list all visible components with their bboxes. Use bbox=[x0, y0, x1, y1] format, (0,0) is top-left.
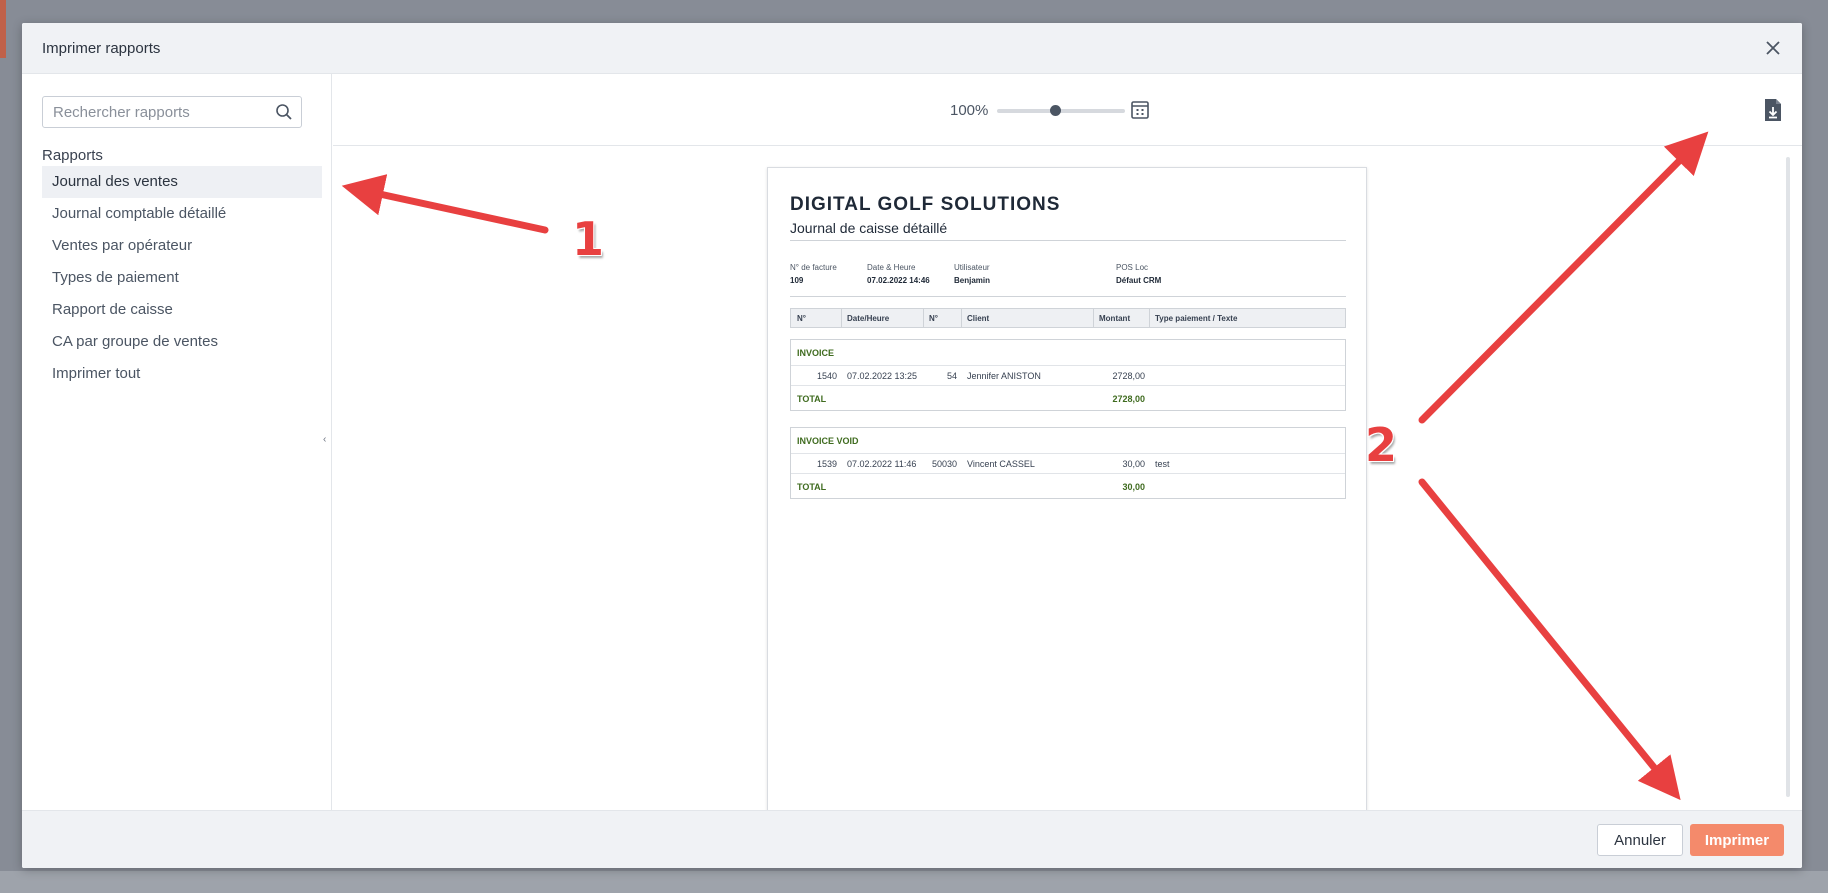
meta-datetime-value: 07.02.2022 14:46 bbox=[867, 276, 930, 285]
group-total: TOTAL 30,00 bbox=[791, 474, 1345, 498]
reports-heading: Rapports bbox=[42, 147, 103, 164]
cell-datetime: 07.02.2022 11:46 bbox=[847, 459, 917, 469]
cell-client: Vincent CASSEL bbox=[967, 459, 1035, 469]
close-icon[interactable] bbox=[1762, 37, 1784, 59]
total-label: TOTAL bbox=[797, 482, 827, 492]
print-button[interactable]: Imprimer bbox=[1690, 824, 1784, 856]
column-header: N° bbox=[797, 314, 806, 323]
report-item[interactable]: CA par groupe de ventes bbox=[42, 326, 322, 358]
preview-viewport: DIGITAL GOLF SOLUTIONS Journal de caisse… bbox=[333, 147, 1802, 810]
fit-page-icon[interactable] bbox=[1130, 100, 1150, 120]
preview-toolbar: 100% bbox=[333, 74, 1802, 146]
column-separator bbox=[1149, 309, 1150, 327]
column-separator bbox=[961, 309, 962, 327]
group-title: INVOICE VOID bbox=[791, 428, 1345, 454]
meta-invoice: N° de facture 109 bbox=[790, 263, 837, 285]
meta-datetime-label: Date & Heure bbox=[867, 263, 916, 272]
background-bottom-bar bbox=[0, 871, 1828, 893]
document-divider bbox=[790, 296, 1346, 297]
annotation-callout-1: 1 bbox=[572, 212, 605, 266]
cell-amount: 30,00 bbox=[1122, 459, 1145, 469]
meta-datetime: Date & Heure 07.02.2022 14:46 bbox=[867, 263, 930, 285]
meta-pos-label: POS Loc bbox=[1116, 263, 1149, 272]
column-separator bbox=[923, 309, 924, 327]
cancel-button[interactable]: Annuler bbox=[1597, 824, 1683, 856]
zoom-label: 100% bbox=[950, 102, 989, 119]
cell-number: 1540 bbox=[816, 371, 837, 381]
reports-sidebar: Rapports Journal des ventesJournal compt… bbox=[22, 74, 332, 810]
column-header: Type paiement / Texte bbox=[1155, 314, 1238, 323]
report-group: INVOICE 1540 07.02.2022 13:25 54 Jennife… bbox=[790, 339, 1346, 411]
cell-amount: 2728,00 bbox=[1112, 371, 1145, 381]
background-accent-strip bbox=[0, 0, 6, 58]
meta-user-label: Utilisateur bbox=[954, 263, 990, 272]
group-total: TOTAL 2728,00 bbox=[791, 386, 1345, 410]
column-header: N° bbox=[929, 314, 938, 323]
column-header: Client bbox=[967, 314, 990, 323]
table-header: N° Date/Heure N° Client Montant Type pai… bbox=[790, 308, 1346, 328]
dialog-header: Imprimer rapports bbox=[22, 23, 1802, 74]
report-preview: 100% DIGITAL GOLF SOLUTIONS Journal de c… bbox=[333, 74, 1802, 810]
file-download-icon[interactable] bbox=[1762, 98, 1784, 122]
cell-text: test bbox=[1155, 459, 1170, 469]
cell-datetime: 07.02.2022 13:25 bbox=[847, 371, 918, 381]
zoom-slider[interactable] bbox=[997, 105, 1125, 116]
report-item[interactable]: Journal comptable détaillé bbox=[42, 198, 322, 230]
cell-no: 54 bbox=[946, 371, 957, 381]
meta-user-value: Benjamin bbox=[954, 276, 991, 285]
annotation-callout-2: 2 bbox=[1365, 418, 1398, 472]
meta-pos-value: Défaut CRM bbox=[1116, 276, 1162, 285]
cell-number: 1539 bbox=[816, 459, 837, 469]
table-row: 1539 07.02.2022 11:46 50030 Vincent CASS… bbox=[791, 454, 1345, 474]
document-subtitle: Journal de caisse détaillé bbox=[790, 220, 948, 236]
preview-scrollbar[interactable] bbox=[1786, 157, 1790, 797]
total-value: 2728,00 bbox=[1112, 394, 1145, 404]
report-list: Journal des ventes Journal comptable déta… bbox=[42, 166, 322, 390]
meta-pos: POS Loc Défaut CRM bbox=[1116, 263, 1161, 285]
search-input[interactable] bbox=[43, 97, 263, 127]
report-item[interactable]: Journal des ventes bbox=[42, 166, 322, 198]
collapse-sidebar-handle[interactable]: ‹ bbox=[323, 434, 326, 445]
zoom-slider-thumb[interactable] bbox=[1049, 105, 1061, 116]
meta-invoice-label: N° de facture bbox=[790, 263, 837, 272]
cell-no: 50030 bbox=[931, 459, 957, 469]
meta-invoice-value: 109 bbox=[790, 276, 804, 285]
report-page: DIGITAL GOLF SOLUTIONS Journal de caisse… bbox=[767, 167, 1367, 810]
document-divider bbox=[790, 240, 1346, 241]
dialog-title: Imprimer rapports bbox=[42, 40, 161, 57]
search-box bbox=[42, 96, 302, 128]
report-item[interactable]: Types de paiement bbox=[42, 262, 322, 294]
total-value: 30,00 bbox=[1122, 482, 1145, 492]
group-title: INVOICE bbox=[791, 340, 1345, 366]
table-row: 1540 07.02.2022 13:25 54 Jennifer ANISTO… bbox=[791, 366, 1345, 386]
report-item[interactable]: Imprimer tout bbox=[42, 358, 322, 390]
search-icon[interactable] bbox=[275, 103, 293, 121]
report-item[interactable]: Ventes par opérateur bbox=[42, 230, 322, 262]
column-header: Montant bbox=[1099, 314, 1131, 323]
document-company: DIGITAL GOLF SOLUTIONS bbox=[790, 194, 1061, 215]
dialog-footer: Annuler Imprimer bbox=[22, 810, 1802, 868]
column-separator bbox=[841, 309, 842, 327]
report-item[interactable]: Rapport de caisse bbox=[42, 294, 322, 326]
column-separator bbox=[1093, 309, 1094, 327]
print-reports-dialog: Imprimer rapports Rapports Journal des v… bbox=[22, 23, 1802, 868]
column-header: Date/Heure bbox=[847, 314, 890, 323]
meta-user: Utilisateur Benjamin bbox=[954, 263, 990, 285]
total-label: TOTAL bbox=[797, 394, 827, 404]
cell-client: Jennifer ANISTON bbox=[967, 371, 1041, 381]
report-group: INVOICE VOID 1539 07.02.2022 11:46 50030… bbox=[790, 427, 1346, 499]
